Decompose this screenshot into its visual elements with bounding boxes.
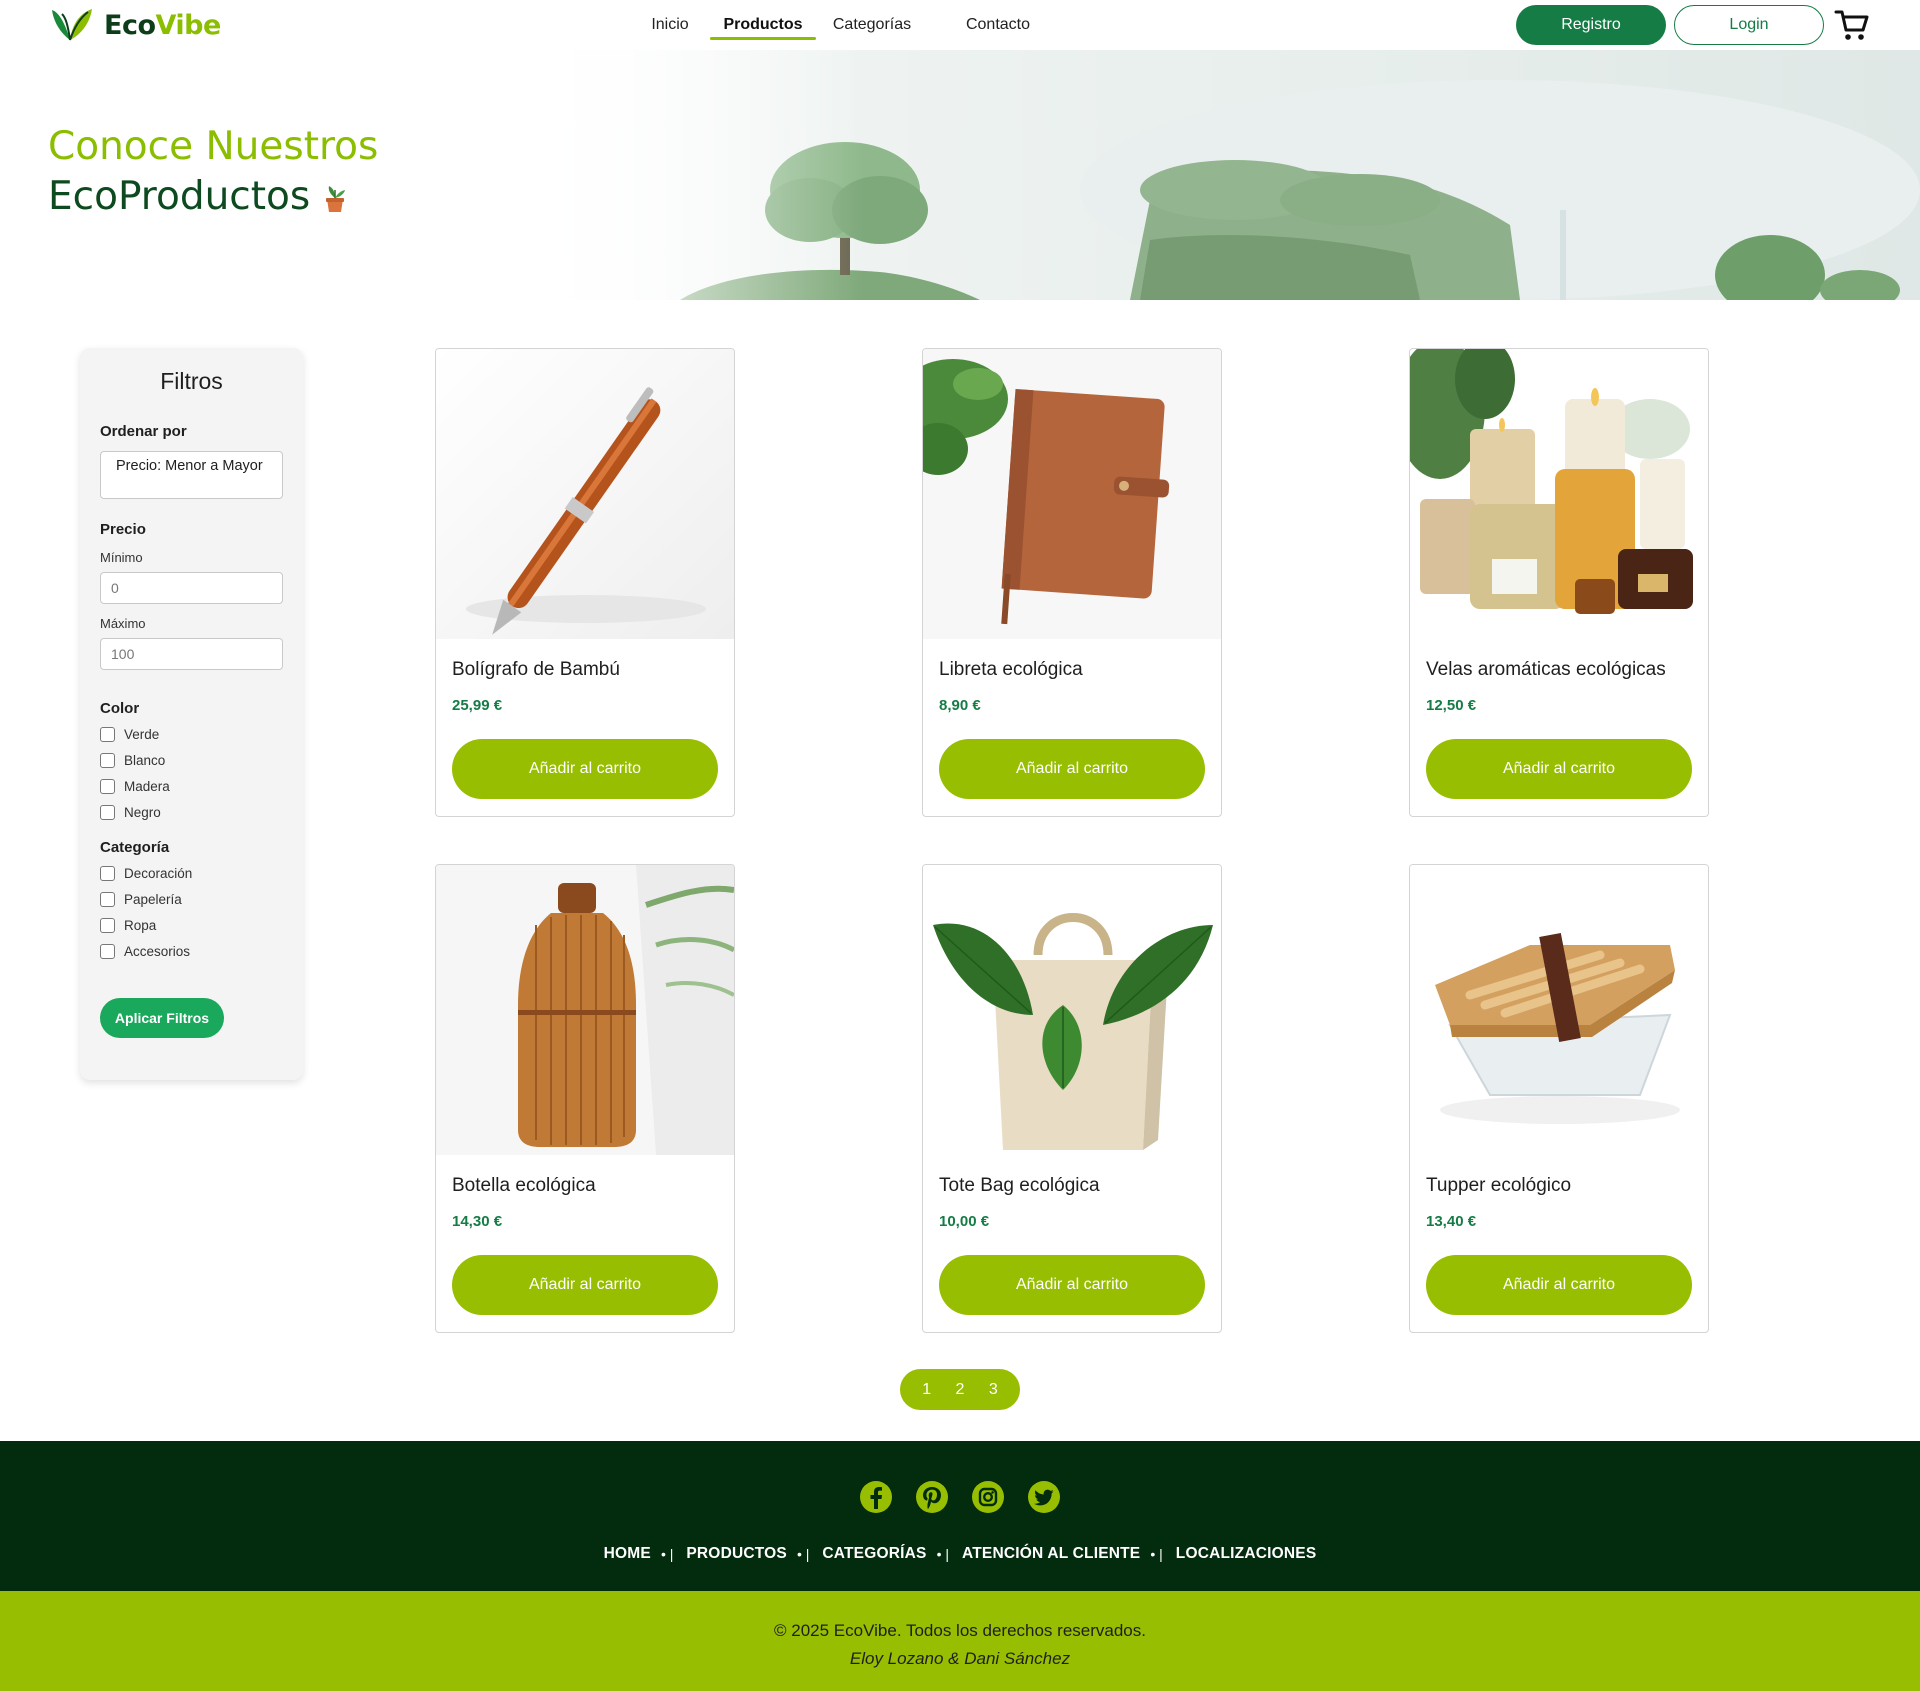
filters-panel: Filtros Ordenar por Precio: Menor a Mayo… <box>80 348 303 1080</box>
footer-nav: HOME • | PRODUCTOS • | CATEGORÍAS • | AT… <box>0 1441 1920 1591</box>
checkbox[interactable] <box>100 778 115 794</box>
product-card: Tupper ecológico 13,40 € Añadir al carri… <box>1409 864 1709 1333</box>
product-price: 13,40 € <box>1426 1213 1477 1230</box>
footer-links: HOME • | PRODUCTOS • | CATEGORÍAS • | AT… <box>0 1545 1920 1563</box>
eco-bottle-image <box>436 865 734 1155</box>
instagram-icon[interactable] <box>970 1479 1006 1515</box>
footer-separator: • | <box>1150 1546 1163 1562</box>
sort-select[interactable]: Precio: Menor a Mayor <box>100 451 283 499</box>
authors-text: Eloy Lozano & Dani Sánchez <box>849 1649 1071 1668</box>
add-to-cart-button[interactable]: Añadir al carrito <box>1426 739 1692 799</box>
login-button[interactable]: Login <box>1674 5 1824 45</box>
product-price: 25,99 € <box>452 697 503 714</box>
product-price: 8,90 € <box>939 697 981 714</box>
footer-link-productos[interactable]: PRODUCTOS <box>686 1545 787 1563</box>
color-label: Color <box>100 700 140 717</box>
social-links <box>858 1479 1062 1515</box>
nav-productos[interactable]: Productos <box>710 0 816 50</box>
registro-button[interactable]: Registro <box>1516 5 1666 45</box>
footer-separator: • | <box>660 1546 674 1562</box>
color-option-negro[interactable]: Negro <box>100 799 283 825</box>
min-price-input[interactable] <box>100 572 283 604</box>
color-option-madera[interactable]: Madera <box>100 773 283 799</box>
filters-title: Filtros <box>160 368 223 394</box>
footer-credits: © 2025 EcoVibe. Todos los derechos reser… <box>0 1591 1920 1691</box>
max-price-label: Máximo <box>100 616 146 631</box>
add-to-cart-button[interactable]: Añadir al carrito <box>452 1255 718 1315</box>
color-option-blanco[interactable]: Blanco <box>100 747 283 773</box>
pagination: 1 2 3 <box>900 1369 1020 1410</box>
tote-bag-image <box>923 865 1221 1155</box>
logo[interactable]: EcoVibe <box>48 6 221 44</box>
add-to-cart-button[interactable]: Añadir al carrito <box>939 739 1205 799</box>
nav-categorias[interactable]: Categorías <box>816 0 928 50</box>
product-name[interactable]: Velas aromáticas ecológicas <box>1426 659 1666 681</box>
category-label: Categoría <box>100 839 170 856</box>
footer-separator: • | <box>796 1546 810 1562</box>
product-name[interactable]: Tupper ecológico <box>1426 1175 1571 1197</box>
product-name[interactable]: Botella ecológica <box>452 1175 596 1197</box>
page-1-link[interactable]: 1 <box>916 1377 937 1403</box>
site-header: EcoVibe Inicio Productos Categorías Cont… <box>0 0 1920 50</box>
product-name[interactable]: Tote Bag ecológica <box>939 1175 1100 1197</box>
apply-filters-button[interactable]: Aplicar Filtros <box>100 998 224 1038</box>
nav-inicio[interactable]: Inicio <box>630 0 710 50</box>
footer-link-localizaciones[interactable]: LOCALIZACIONES <box>1176 1545 1317 1563</box>
checkbox[interactable] <box>100 891 115 907</box>
nav-contacto[interactable]: Contacto <box>928 0 1068 50</box>
min-price-label: Mínimo <box>100 550 143 565</box>
twitter-icon[interactable] <box>1026 1479 1062 1515</box>
eco-tupper-image <box>1410 865 1708 1155</box>
product-price: 10,00 € <box>939 1213 990 1230</box>
hero-title-line2: EcoProductos <box>48 172 378 222</box>
footer-link-atencion[interactable]: ATENCIÓN AL CLIENTE <box>962 1545 1140 1563</box>
sort-label: Ordenar por <box>100 423 187 440</box>
footer-separator: • | <box>936 1546 950 1562</box>
add-to-cart-button[interactable]: Añadir al carrito <box>452 739 718 799</box>
shopping-cart-icon[interactable] <box>1834 8 1870 42</box>
checkbox[interactable] <box>100 726 115 742</box>
hero-banner: Conoce Nuestros EcoProductos <box>0 50 1920 300</box>
checkbox[interactable] <box>100 943 115 959</box>
checkbox[interactable] <box>100 865 115 881</box>
copyright-text: © 2025 EcoVibe. Todos los derechos reser… <box>774 1621 1146 1640</box>
leaf-logo-icon <box>52 9 92 41</box>
checkbox[interactable] <box>100 752 115 768</box>
color-option-verde[interactable]: Verde <box>100 721 283 747</box>
product-price: 14,30 € <box>452 1213 503 1230</box>
product-name[interactable]: Libreta ecológica <box>939 659 1083 681</box>
add-to-cart-button[interactable]: Añadir al carrito <box>1426 1255 1692 1315</box>
category-option-decoracion[interactable]: Decoración <box>100 860 283 886</box>
product-card: Tote Bag ecológica 10,00 € Añadir al car… <box>922 864 1222 1333</box>
page-2-link[interactable]: 2 <box>950 1377 971 1403</box>
eco-notebook-image <box>923 349 1221 639</box>
footer-link-home[interactable]: HOME <box>604 1545 651 1563</box>
category-option-ropa[interactable]: Ropa <box>100 912 283 938</box>
bamboo-pen-image <box>436 349 734 639</box>
category-option-papeleria[interactable]: Papelería <box>100 886 283 912</box>
pinterest-icon[interactable] <box>914 1479 950 1515</box>
brand-name: EcoVibe <box>104 9 221 41</box>
checkbox[interactable] <box>100 917 115 933</box>
page-3-link[interactable]: 3 <box>983 1377 1004 1403</box>
max-price-input[interactable] <box>100 638 283 670</box>
add-to-cart-button[interactable]: Añadir al carrito <box>939 1255 1205 1315</box>
main-nav: Inicio Productos Categorías Contacto <box>630 0 1068 50</box>
facebook-icon[interactable] <box>858 1479 894 1515</box>
price-label: Precio <box>100 521 146 538</box>
product-card: Velas aromáticas ecológicas 12,50 € Añad… <box>1409 348 1709 817</box>
product-price: 12,50 € <box>1426 697 1477 714</box>
product-card: Libreta ecológica 8,90 € Añadir al carri… <box>922 348 1222 817</box>
category-option-accesorios[interactable]: Accesorios <box>100 938 283 964</box>
hero-title-line1: Conoce Nuestros <box>48 124 379 169</box>
product-card: Bolígrafo de Bambú 25,99 € Añadir al car… <box>435 348 735 817</box>
aromatic-candles-image <box>1410 349 1708 639</box>
checkbox[interactable] <box>100 804 115 820</box>
hero-title: Conoce Nuestros EcoProductos <box>48 122 378 222</box>
footer-link-categorias[interactable]: CATEGORÍAS <box>822 1545 926 1563</box>
potted-plant-icon <box>326 185 346 212</box>
product-card: Botella ecológica 14,30 € Añadir al carr… <box>435 864 735 1333</box>
product-name[interactable]: Bolígrafo de Bambú <box>452 659 620 681</box>
